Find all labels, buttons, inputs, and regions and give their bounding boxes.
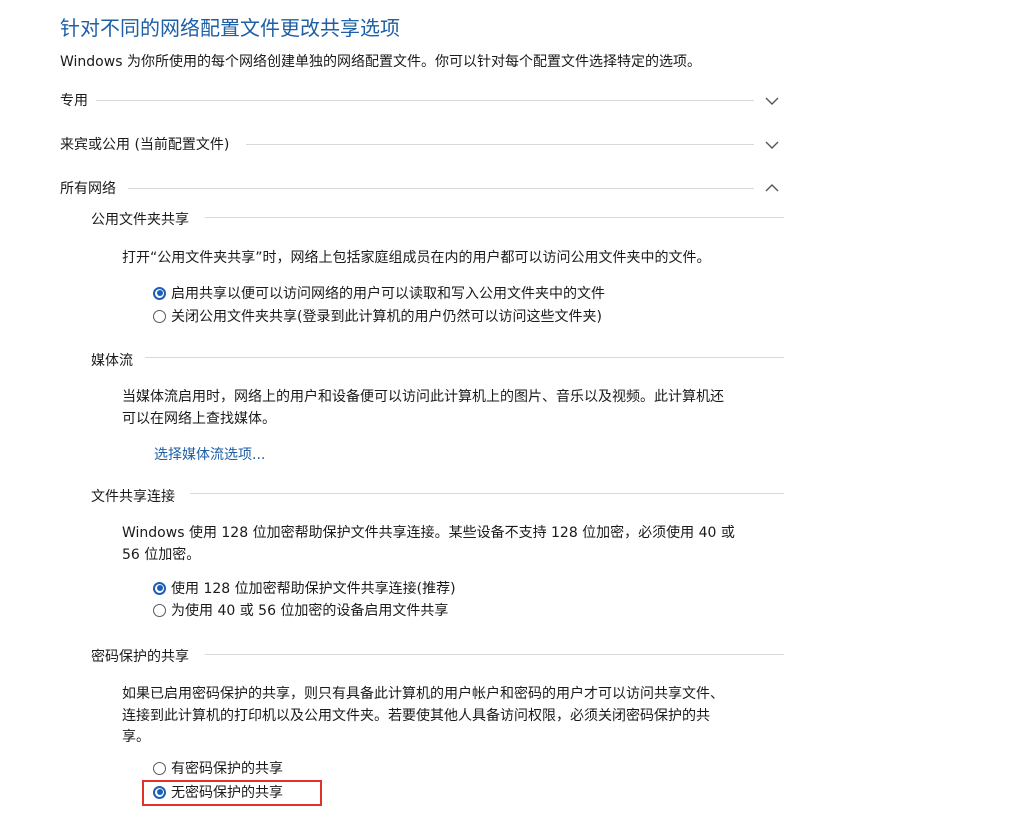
option-label: 使用 128 位加密帮助保护文件共享连接(推荐) <box>171 581 456 597</box>
file-sharing-description-line1: Windows 使用 128 位加密帮助保护文件共享连接。某些设备不支持 128… <box>122 525 735 541</box>
divider <box>190 493 784 494</box>
divider <box>246 144 754 145</box>
password-description-line2: 连接到此计算机的打印机以及公用文件夹。若要使其他人具备访问权限，必须关闭密码保护… <box>122 708 710 724</box>
divider <box>205 217 784 218</box>
option-label: 启用共享以便可以访问网络的用户可以读取和写入公用文件夹中的文件 <box>171 286 605 302</box>
password-protected-option[interactable]: 有密码保护的共享 <box>153 758 283 778</box>
public-folder-description: 打开“公用文件夹共享”时，网络上包括家庭组成员在内的用户都可以访问公用文件夹中的… <box>122 250 711 266</box>
password-description-line1: 如果已启用密码保护的共享，则只有具备此计算机的用户帐户和密码的用户才可以访问共享… <box>122 686 724 702</box>
media-streaming-options-link[interactable]: 选择媒体流选项... <box>154 444 265 464</box>
password-sharing-heading: 密码保护的共享 <box>91 649 189 665</box>
page-description: Windows 为你所使用的每个网络创建单独的网络配置文件。你可以针对每个配置文… <box>60 54 701 70</box>
chevron-up-icon[interactable] <box>764 182 780 194</box>
encryption-40-56-option[interactable]: 为使用 40 或 56 位加密的设备启用文件共享 <box>153 600 448 620</box>
password-description-line3: 享。 <box>122 729 150 745</box>
public-folder-disable-option[interactable]: 关闭公用文件夹共享(登录到此计算机的用户仍然可以访问这些文件夹) <box>153 306 602 326</box>
public-folder-heading: 公用文件夹共享 <box>91 212 189 228</box>
divider <box>128 188 754 189</box>
option-label: 有密码保护的共享 <box>171 761 283 777</box>
chevron-down-icon[interactable] <box>764 94 780 106</box>
encryption-128-option[interactable]: 使用 128 位加密帮助保护文件共享连接(推荐) <box>153 578 456 598</box>
option-label: 为使用 40 或 56 位加密的设备启用文件共享 <box>171 603 449 619</box>
media-streaming-heading: 媒体流 <box>91 353 133 369</box>
radio-unselected-icon[interactable] <box>153 761 166 775</box>
radio-unselected-icon[interactable] <box>153 309 166 323</box>
file-sharing-description-line2: 56 位加密。 <box>122 547 201 563</box>
profile-all-networks-label[interactable]: 所有网络 <box>60 178 116 198</box>
profile-guest-public-label[interactable]: 来宾或公用 (当前配置文件) <box>60 134 229 154</box>
radio-selected-icon[interactable] <box>153 286 166 300</box>
divider <box>145 357 784 358</box>
highlight-box <box>142 780 322 806</box>
page-title: 针对不同的网络配置文件更改共享选项 <box>60 16 400 40</box>
file-sharing-heading: 文件共享连接 <box>91 489 175 505</box>
radio-unselected-icon[interactable] <box>153 603 166 617</box>
public-folder-enable-option[interactable]: 启用共享以便可以访问网络的用户可以读取和写入公用文件夹中的文件 <box>153 283 605 303</box>
profile-private-label[interactable]: 专用 <box>60 90 88 110</box>
media-description-line1: 当媒体流启用时，网络上的用户和设备便可以访问此计算机上的图片、音乐以及视频。此计… <box>122 389 724 405</box>
chevron-down-icon[interactable] <box>764 138 780 150</box>
radio-selected-icon[interactable] <box>153 581 166 595</box>
divider <box>205 654 784 655</box>
option-label: 关闭公用文件夹共享(登录到此计算机的用户仍然可以访问这些文件夹) <box>171 309 602 325</box>
media-description-line2: 可以在网络上查找媒体。 <box>122 411 276 427</box>
divider <box>96 100 754 101</box>
